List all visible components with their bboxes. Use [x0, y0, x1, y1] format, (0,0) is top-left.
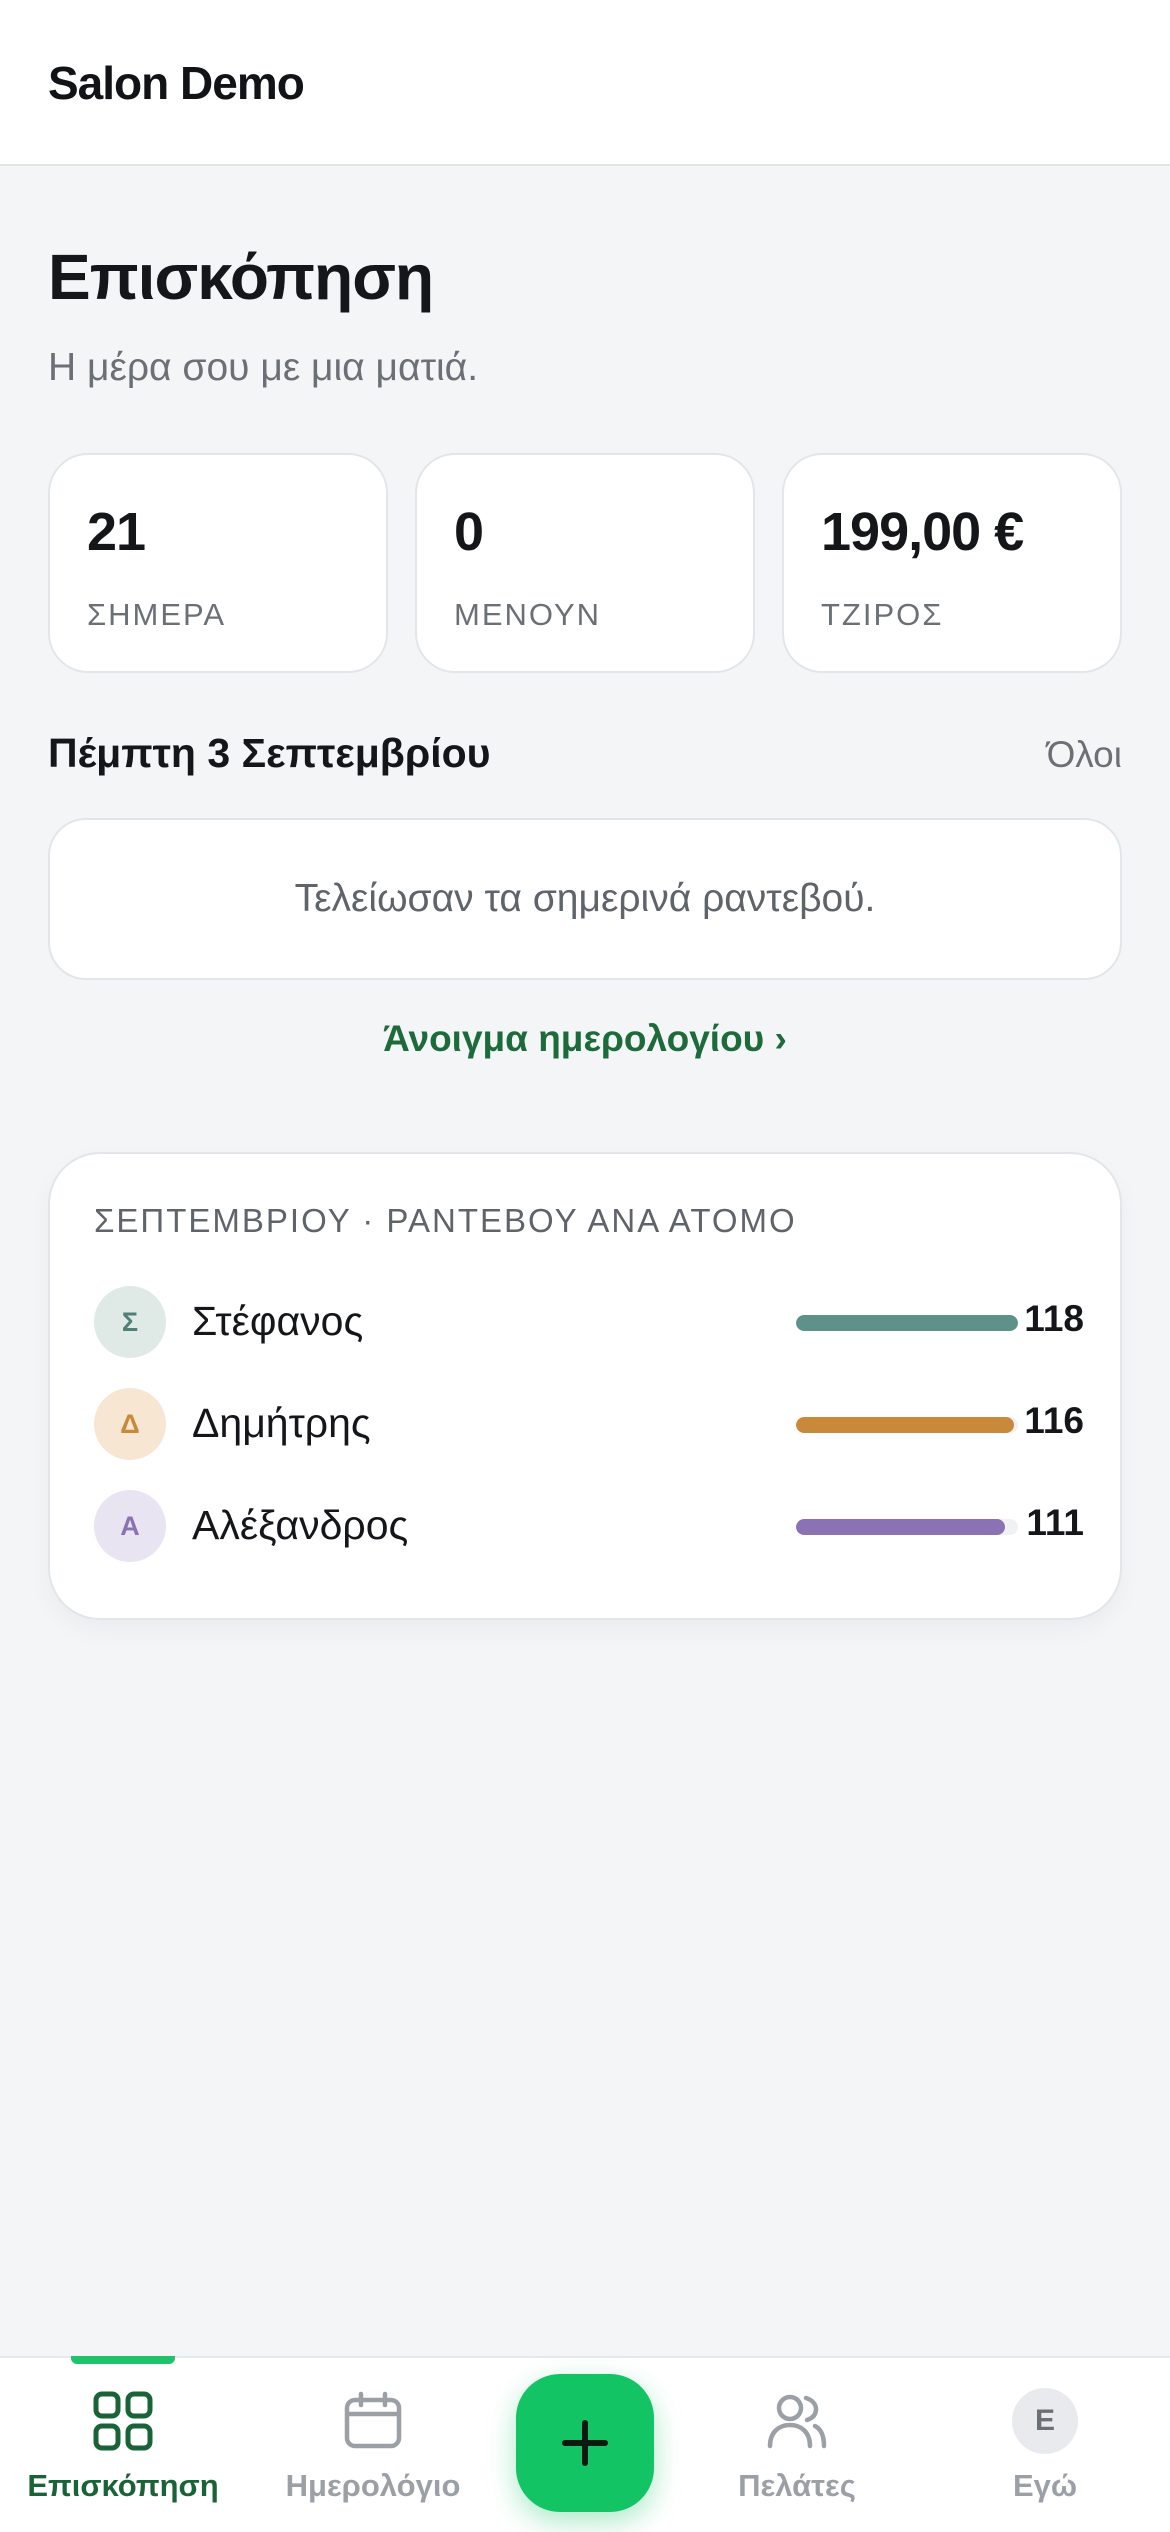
person-name: Αλέξανδρος — [192, 1502, 409, 1548]
appointments-bar-fill — [796, 1315, 1018, 1331]
stat-value: 21 — [87, 502, 146, 562]
page-title: Επισκόπηση — [48, 241, 434, 313]
open-calendar-link[interactable]: Άνοιγμα ημερολογίου › — [0, 1018, 1170, 1060]
appointments-empty-card: Τελείωσαν τα σημερινά ραντεβού. — [48, 818, 1122, 980]
appointments-bar — [796, 1417, 1018, 1433]
avatar-icon: Ε — [1012, 2388, 1078, 2454]
nav-item-clients[interactable]: Πελάτες — [680, 2358, 914, 2532]
grid-icon — [90, 2388, 156, 2454]
appointments-bar-fill — [796, 1417, 1015, 1433]
appointments-count: 111 — [1026, 1502, 1084, 1543]
nav-label: Ημερολόγιο — [285, 2468, 461, 2503]
avatar: Α — [94, 1490, 166, 1562]
nav-label: Πελάτες — [738, 2468, 856, 2503]
appointments-bar-fill — [796, 1519, 1005, 1535]
stat-card-remaining[interactable]: 0 ΜΕΝΟΥΝ — [415, 453, 755, 673]
add-appointment-button[interactable] — [516, 2374, 654, 2512]
app-bar: Salon Demo — [0, 0, 1170, 166]
avatar: Σ — [94, 1286, 166, 1358]
nav-item-overview[interactable]: Επισκόπηση — [6, 2356, 240, 2532]
appointments-bar — [796, 1315, 1018, 1331]
nav-item-calendar[interactable]: Ημερολόγιο — [256, 2358, 490, 2532]
appointments-bar — [796, 1519, 1018, 1535]
person-row[interactable]: Α Αλέξανδρος 111 — [94, 1490, 1084, 1566]
overview-screen: Salon Demo Επισκόπηση Η μέρα σου με μια … — [0, 0, 1170, 2532]
people-heading: ΣΕΠΤΕΜΒΡΙΟΥ · ΡΑΝΤΕΒΟΥ ΑΝΑ ΑΤΟΜΟ — [94, 1202, 797, 1239]
person-row[interactable]: Δ Δημήτρης 116 — [94, 1388, 1084, 1464]
nav-label: Επισκόπηση — [27, 2468, 219, 2503]
calendar-icon — [340, 2388, 406, 2454]
plus-icon — [562, 2420, 608, 2466]
stat-card-today[interactable]: 21 ΣΗΜΕΡΑ — [48, 453, 388, 673]
avatar: Δ — [94, 1388, 166, 1460]
stat-label: ΤΖΙΡΟΣ — [821, 597, 944, 632]
day-title: Πέμπτη 3 Σεπτεμβρίου — [48, 730, 491, 776]
stat-label: ΜΕΝΟΥΝ — [454, 597, 602, 632]
page-subtitle: Η μέρα σου με μια ματιά. — [48, 346, 479, 389]
appointments-count: 118 — [1024, 1298, 1084, 1339]
stat-label: ΣΗΜΕΡΑ — [87, 597, 227, 632]
stat-card-revenue[interactable]: 199,00 € ΤΖΙΡΟΣ — [782, 453, 1122, 673]
me-avatar: Ε — [1012, 2388, 1078, 2454]
person-name: Στέφανος — [192, 1298, 364, 1344]
appointments-per-person-card: ΣΕΠΤΕΜΒΡΙΟΥ · ΡΑΝΤΕΒΟΥ ΑΝΑ ΑΤΟΜΟ Σ Στέφα… — [48, 1152, 1122, 1620]
users-icon — [764, 2388, 830, 2454]
empty-state-text: Τελείωσαν τα σημερινά ραντεβού. — [294, 877, 876, 920]
person-name: Δημήτρης — [192, 1400, 371, 1446]
person-row[interactable]: Σ Στέφανος 118 — [94, 1286, 1084, 1362]
nav-item-me[interactable]: Ε Εγώ — [928, 2358, 1162, 2532]
stat-value: 0 — [454, 502, 484, 562]
app-title: Salon Demo — [48, 57, 305, 109]
appointments-count: 116 — [1024, 1400, 1084, 1441]
active-tab-indicator — [71, 2356, 175, 2364]
all-staff-link[interactable]: Όλοι — [1047, 734, 1122, 776]
stat-value: 199,00 € — [821, 502, 1024, 562]
nav-label: Εγώ — [1012, 2468, 1078, 2503]
